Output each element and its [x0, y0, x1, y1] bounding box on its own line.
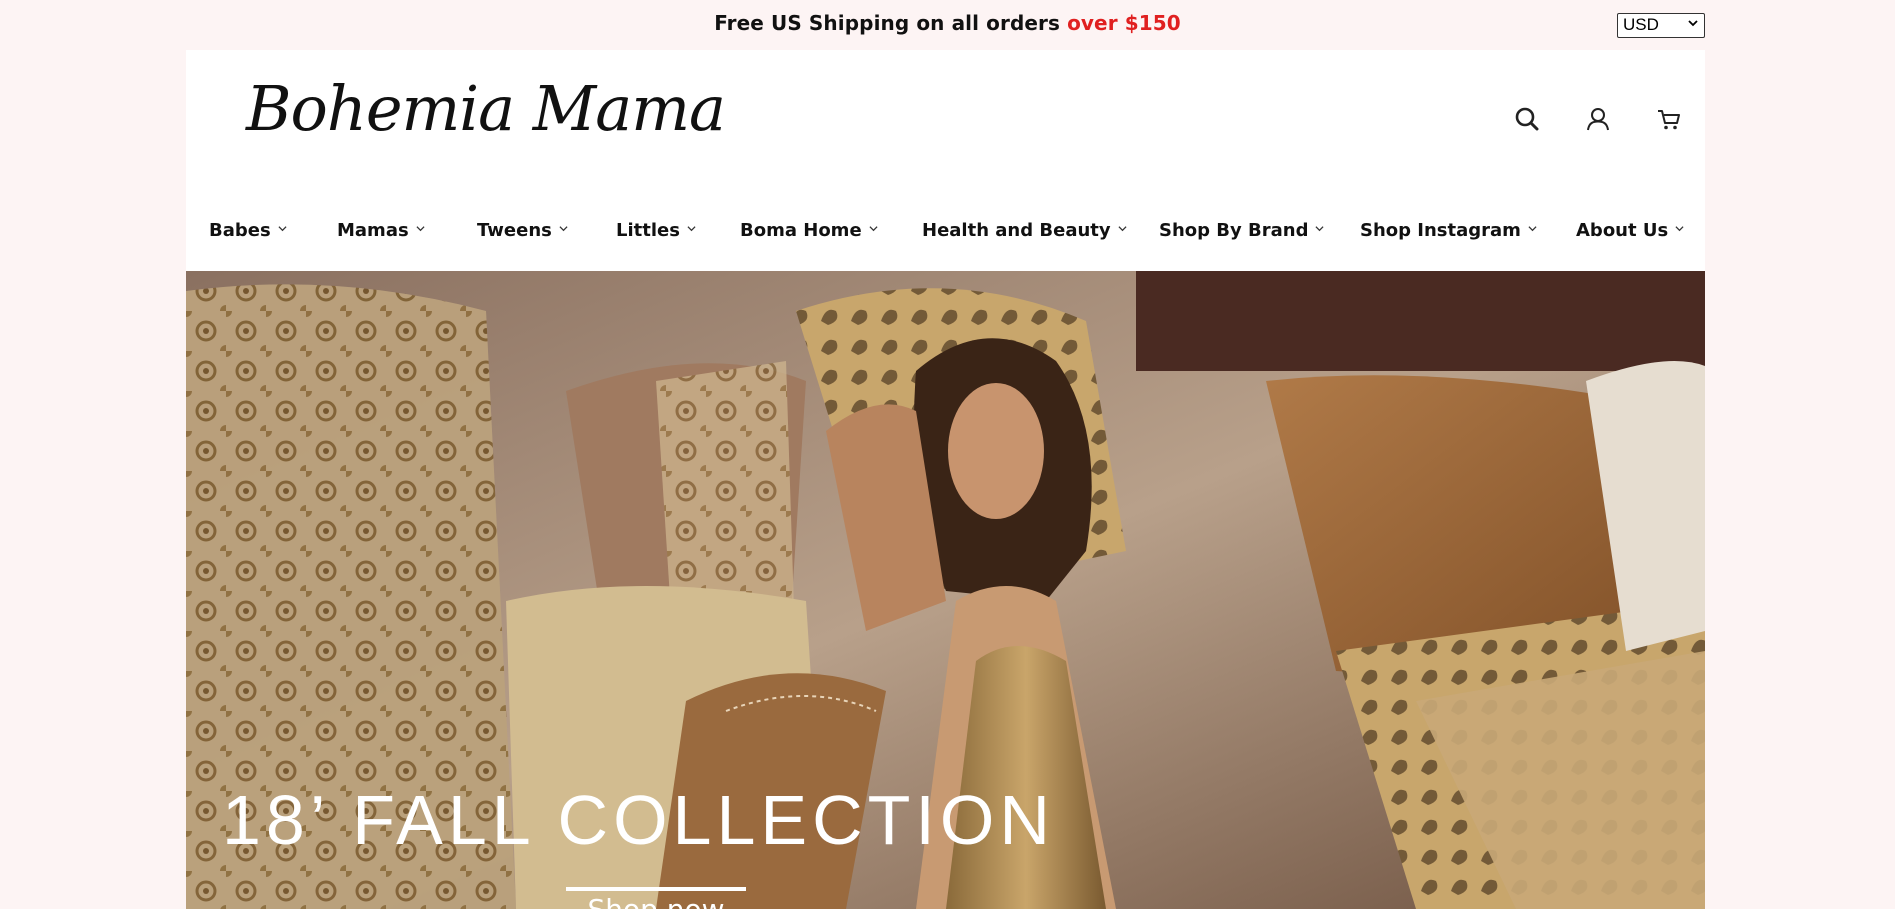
account-icon[interactable]: [1584, 105, 1612, 133]
nav-item-mamas[interactable]: Mamas: [337, 220, 425, 241]
hero-title: 18’ FALL COLLECTION: [222, 781, 1055, 859]
shop-now-link[interactable]: Shop now: [566, 887, 746, 909]
nav-item-about-us[interactable]: About Us: [1576, 220, 1684, 241]
shipping-message: Free US Shipping on all orders over $150: [0, 11, 1895, 35]
nav-item-health-and-beauty[interactable]: Health and Beauty: [922, 220, 1127, 241]
nav-label: Shop By Brand: [1159, 220, 1309, 241]
nav-label: Babes: [209, 220, 271, 241]
nav-label: Littles: [616, 220, 680, 241]
chevron-down-icon: [869, 226, 878, 232]
chevron-down-icon: [687, 226, 696, 232]
chevron-down-icon: [1528, 226, 1537, 232]
chevron-down-icon: [1688, 20, 1698, 27]
nav-label: Mamas: [337, 220, 409, 241]
nav-item-shop-instagram[interactable]: Shop Instagram: [1360, 220, 1537, 241]
nav-item-littles[interactable]: Littles: [616, 220, 696, 241]
nav-label: About Us: [1576, 220, 1669, 241]
chevron-down-icon: [1675, 226, 1684, 232]
cart-icon[interactable]: [1655, 105, 1683, 133]
chevron-down-icon: [1118, 226, 1127, 232]
announcement-bar: Free US Shipping on all orders over $150…: [0, 0, 1895, 50]
site-header: Bohemia Mama Babes Mamas Tweens Littles: [186, 50, 1705, 271]
search-icon[interactable]: [1513, 105, 1541, 133]
nav-label: Boma Home: [740, 220, 862, 241]
shipping-threshold: over $150: [1067, 11, 1181, 35]
nav-item-babes[interactable]: Babes: [209, 220, 287, 241]
shipping-message-text: Free US Shipping on all orders: [714, 11, 1068, 35]
chevron-down-icon: [559, 226, 568, 232]
chevron-down-icon: [278, 226, 287, 232]
chevron-down-icon: [416, 226, 425, 232]
nav-item-shop-by-brand[interactable]: Shop By Brand: [1159, 220, 1325, 241]
brand-logo[interactable]: Bohemia Mama: [246, 72, 726, 145]
hero-banner[interactable]: 18’ FALL COLLECTION Shop now: [186, 271, 1705, 909]
nav-item-tweens[interactable]: Tweens: [477, 220, 568, 241]
nav-item-boma-home[interactable]: Boma Home: [740, 220, 878, 241]
nav-label: Health and Beauty: [922, 220, 1111, 241]
nav-label: Tweens: [477, 220, 552, 241]
chevron-down-icon: [1315, 226, 1325, 232]
currency-value: USD: [1623, 15, 1659, 34]
nav-label: Shop Instagram: [1360, 220, 1521, 241]
main-navigation: Babes Mamas Tweens Littles Boma Home Hea…: [186, 220, 1705, 260]
currency-select[interactable]: USD: [1617, 13, 1705, 38]
